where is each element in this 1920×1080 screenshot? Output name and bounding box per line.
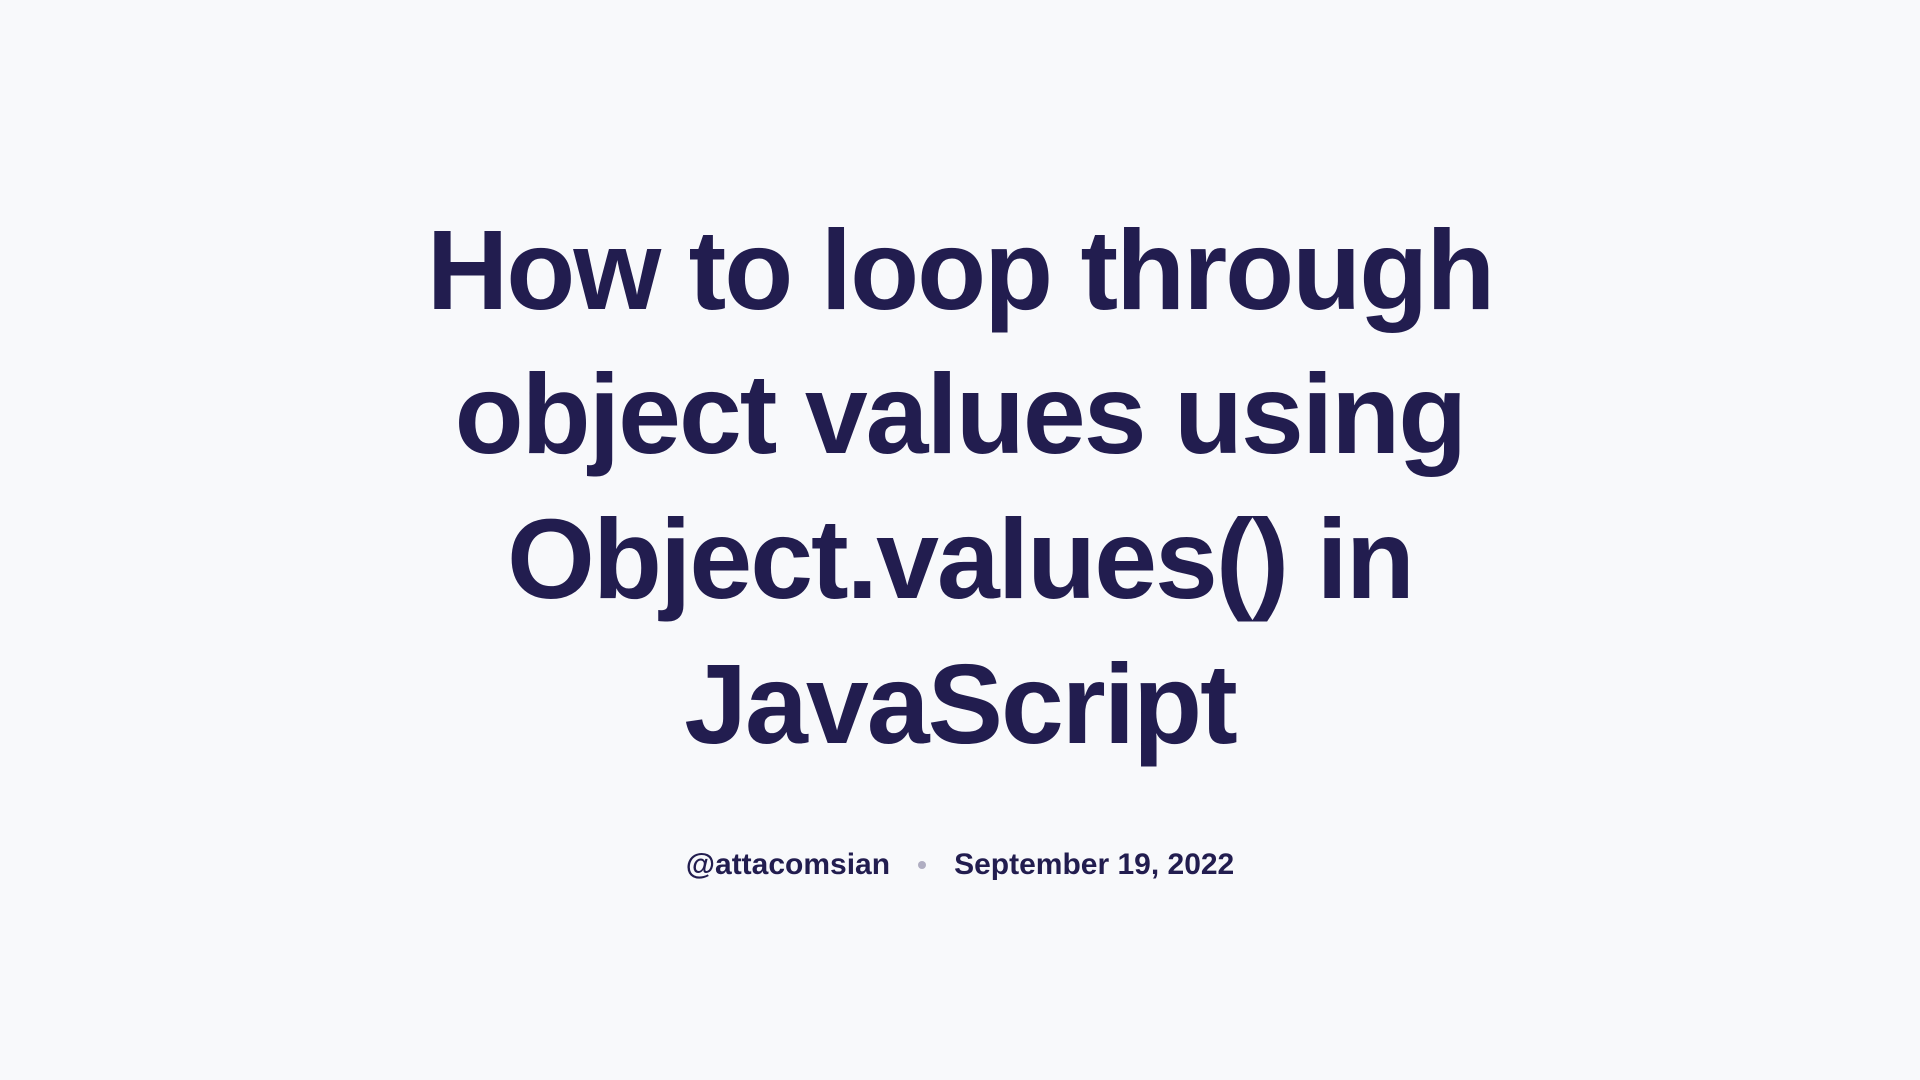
- separator-dot: [918, 861, 926, 869]
- article-title: How to loop through object values using …: [400, 198, 1520, 777]
- article-author: @attacomsian: [686, 848, 890, 882]
- article-meta: @attacomsian September 19, 2022: [686, 848, 1235, 882]
- article-date: September 19, 2022: [954, 848, 1234, 882]
- article-card: How to loop through object values using …: [360, 198, 1560, 883]
